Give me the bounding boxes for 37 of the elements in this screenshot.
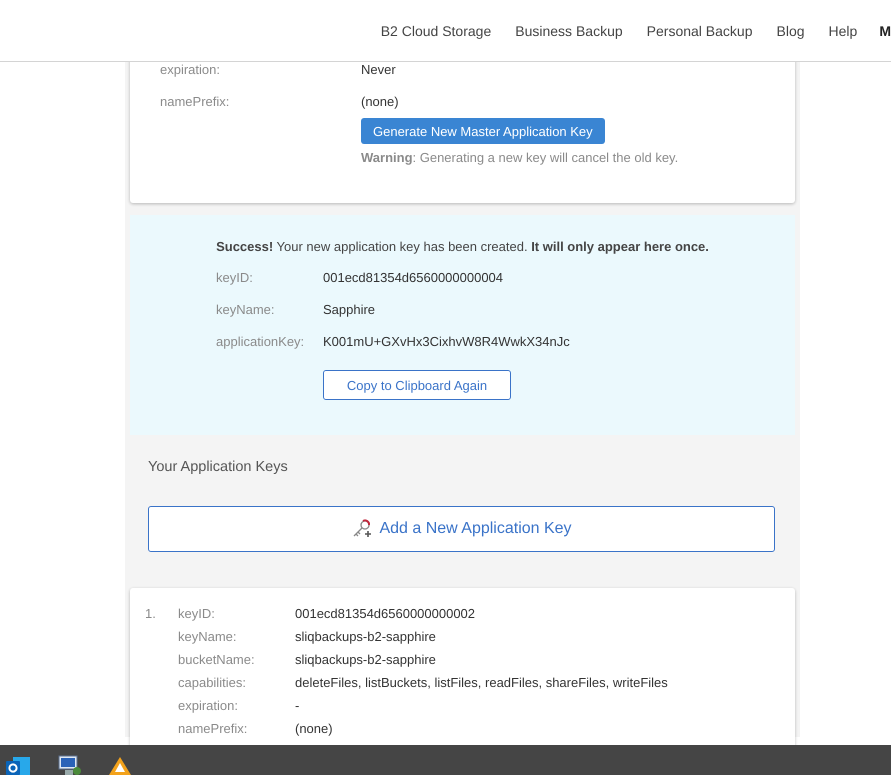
field-value: sliqbackups-b2-sapphire xyxy=(295,651,437,669)
field-value: sliqbackups-b2-sapphire xyxy=(295,628,437,646)
field-value: deleteFiles, listBuckets, listFiles, readFiles, shareFiles, writeFiles xyxy=(295,674,668,692)
list-number: 1. xyxy=(145,605,157,623)
field-label: applicationKey: xyxy=(216,333,306,351)
field-label: capabilities: xyxy=(178,674,247,692)
nav-link[interactable]: Help xyxy=(828,22,858,38)
nav-link[interactable]: Business Backup xyxy=(515,22,623,38)
field-value: Sapphire xyxy=(323,301,376,319)
field-label: keyName: xyxy=(216,301,276,319)
field-value: (none) xyxy=(295,720,334,738)
field-value: 001ecd81354d6560000000002 xyxy=(295,605,476,623)
field-label: keyID: xyxy=(178,605,216,623)
field-label: namePrefix: xyxy=(178,720,248,738)
field-label: bucketName: xyxy=(178,651,256,669)
field-label: keyName: xyxy=(178,628,238,646)
success-message: Success! Your new application key has been created. It will only appear here once. xyxy=(215,239,710,254)
field-value: K001mU+GXvHx3CixhvW8R4WwkX34nJc xyxy=(323,333,571,351)
field-label: expiration: xyxy=(178,697,239,715)
nav-link[interactable]: Personal Backup xyxy=(646,22,752,38)
nav-link[interactable]: B2 Cloud Storage xyxy=(380,22,492,38)
add-key-button[interactable]: Add a New Application Key xyxy=(148,506,775,552)
field-label: namePrefix: xyxy=(160,93,230,111)
generate-key-button[interactable]: Generate New Master Application Key xyxy=(361,118,605,144)
section-title: Your Application Keys xyxy=(148,459,289,475)
account-menu-link[interactable]: M xyxy=(879,22,891,38)
field-value: (none) xyxy=(361,93,400,111)
field-label: expiration: xyxy=(160,62,221,79)
field-value: 001ecd81354d6560000000004 xyxy=(323,269,504,287)
field-label: keyID: xyxy=(216,269,254,287)
warning-text: Warning: Generating a new key will cancel the old key. xyxy=(361,150,680,165)
copy-button[interactable]: Copy to Clipboard Again xyxy=(323,370,511,400)
nav-link[interactable]: Blog xyxy=(776,22,805,38)
field-value: Never xyxy=(361,62,397,79)
computer-icon[interactable] xyxy=(56,753,82,775)
field-value: - xyxy=(295,697,300,715)
key-add-icon xyxy=(351,518,374,540)
